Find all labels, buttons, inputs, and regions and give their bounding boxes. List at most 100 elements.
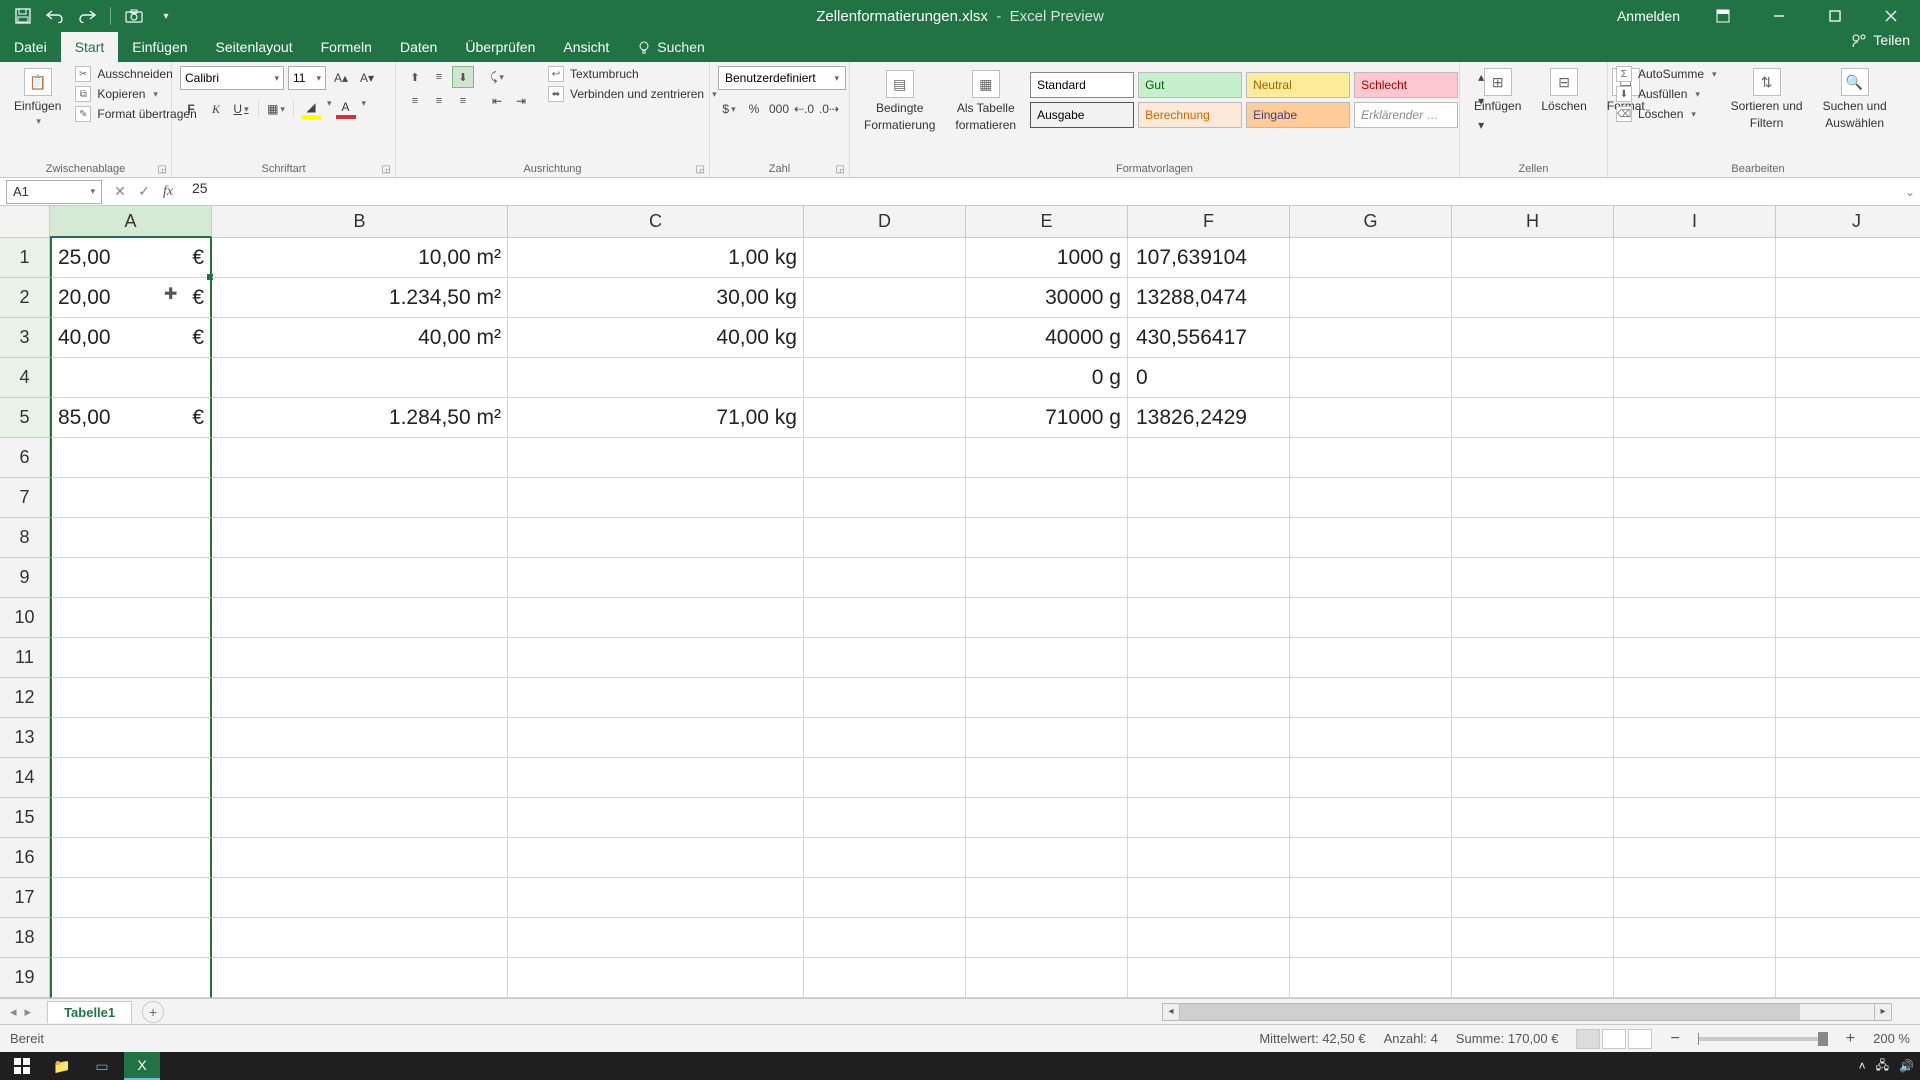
borders-button[interactable]: ▦▾ <box>265 98 287 120</box>
col-header-H[interactable]: H <box>1452 206 1614 238</box>
cell-D7[interactable] <box>804 478 966 518</box>
cell-J11[interactable] <box>1776 638 1920 678</box>
col-header-D[interactable]: D <box>804 206 966 238</box>
cell-A5[interactable]: 85,00€ <box>50 398 212 438</box>
align-top[interactable]: ⬆ <box>404 66 426 88</box>
excel-taskbar-icon[interactable]: X <box>124 1052 160 1080</box>
cell-D6[interactable] <box>804 438 966 478</box>
cell-A16[interactable] <box>50 838 212 878</box>
style-schlecht[interactable]: Schlecht <box>1354 72 1458 98</box>
cell-I13[interactable] <box>1614 718 1776 758</box>
cell-J12[interactable] <box>1776 678 1920 718</box>
col-header-A[interactable]: A <box>50 206 212 238</box>
accept-formula-icon[interactable]: ✓ <box>134 183 154 200</box>
row-header-14[interactable]: 14 <box>0 758 50 798</box>
style-gut[interactable]: Gut <box>1138 72 1242 98</box>
cell-J15[interactable] <box>1776 798 1920 838</box>
cell-A12[interactable] <box>50 678 212 718</box>
cell-C5[interactable]: 71,00 kg <box>508 398 804 438</box>
cell-I3[interactable] <box>1614 318 1776 358</box>
tab-ueberpruefen[interactable]: Überprüfen <box>451 32 549 62</box>
cell-D8[interactable] <box>804 518 966 558</box>
cell-G12[interactable] <box>1290 678 1452 718</box>
cell-A18[interactable] <box>50 918 212 958</box>
cell-I2[interactable] <box>1614 278 1776 318</box>
cell-C17[interactable] <box>508 878 804 918</box>
cell-E5[interactable]: 71000 g <box>966 398 1128 438</box>
tab-datei[interactable]: Datei <box>0 32 61 62</box>
style-erklaerender[interactable]: Erklärender … <box>1354 102 1458 128</box>
thousands-button[interactable]: 000 <box>768 98 790 120</box>
cell-E9[interactable] <box>966 558 1128 598</box>
style-ausgabe[interactable]: Ausgabe <box>1030 102 1134 128</box>
cell-A9[interactable] <box>50 558 212 598</box>
cell-B15[interactable] <box>212 798 508 838</box>
select-all-corner[interactable] <box>0 206 50 238</box>
cell-A10[interactable] <box>50 598 212 638</box>
cell-I14[interactable] <box>1614 758 1776 798</box>
cell-H17[interactable] <box>1452 878 1614 918</box>
tab-ansicht[interactable]: Ansicht <box>549 32 623 62</box>
cell-H12[interactable] <box>1452 678 1614 718</box>
cell-H14[interactable] <box>1452 758 1614 798</box>
tab-daten[interactable]: Daten <box>386 32 451 62</box>
cell-J14[interactable] <box>1776 758 1920 798</box>
cell-H9[interactable] <box>1452 558 1614 598</box>
cell-E6[interactable] <box>966 438 1128 478</box>
cell-C19[interactable] <box>508 958 804 998</box>
cell-F14[interactable] <box>1128 758 1290 798</box>
cell-I16[interactable] <box>1614 838 1776 878</box>
cell-C15[interactable] <box>508 798 804 838</box>
cell-I5[interactable] <box>1614 398 1776 438</box>
row-header-5[interactable]: 5 <box>0 398 50 438</box>
currency-button[interactable]: $▾ <box>718 98 740 120</box>
cell-C16[interactable] <box>508 838 804 878</box>
zoom-in-button[interactable]: + <box>1846 1030 1855 1048</box>
insert-cells-button[interactable]: ⊞Einfügen <box>1468 66 1527 115</box>
close-icon[interactable] <box>1868 0 1914 32</box>
cell-J6[interactable] <box>1776 438 1920 478</box>
col-header-I[interactable]: I <box>1614 206 1776 238</box>
cell-F17[interactable] <box>1128 878 1290 918</box>
cell-B17[interactable] <box>212 878 508 918</box>
align-middle[interactable]: ≡ <box>428 66 450 88</box>
tab-seitenlayout[interactable]: Seitenlayout <box>202 32 307 62</box>
row-header-16[interactable]: 16 <box>0 838 50 878</box>
cell-F15[interactable] <box>1128 798 1290 838</box>
align-center[interactable]: ≡ <box>428 90 450 112</box>
cell-C7[interactable] <box>508 478 804 518</box>
cell-G17[interactable] <box>1290 878 1452 918</box>
cell-D10[interactable] <box>804 598 966 638</box>
cell-E14[interactable] <box>966 758 1128 798</box>
row-header-17[interactable]: 17 <box>0 878 50 918</box>
zoom-slider[interactable] <box>1698 1037 1828 1041</box>
col-header-F[interactable]: F <box>1128 206 1290 238</box>
cell-H4[interactable] <box>1452 358 1614 398</box>
fill-button[interactable]: ⬇Ausfüllen▾ <box>1616 86 1717 102</box>
cell-A8[interactable] <box>50 518 212 558</box>
cell-J16[interactable] <box>1776 838 1920 878</box>
cell-E4[interactable]: 0 g <box>966 358 1128 398</box>
increase-decimal[interactable]: ⇠.0 <box>793 98 815 120</box>
cell-G9[interactable] <box>1290 558 1452 598</box>
delete-cells-button[interactable]: ⊟Löschen <box>1535 66 1592 115</box>
cell-H15[interactable] <box>1452 798 1614 838</box>
cell-B16[interactable] <box>212 838 508 878</box>
cell-B19[interactable] <box>212 958 508 998</box>
percent-button[interactable]: % <box>743 98 765 120</box>
row-header-15[interactable]: 15 <box>0 798 50 838</box>
row-header-1[interactable]: 1 <box>0 238 50 278</box>
cell-D17[interactable] <box>804 878 966 918</box>
row-header-9[interactable]: 9 <box>0 558 50 598</box>
horizontal-scrollbar[interactable]: ◂ ▸ <box>1162 1003 1892 1021</box>
hscroll-left-icon[interactable]: ◂ <box>1162 1003 1180 1021</box>
signin-link[interactable]: Anmelden <box>1607 8 1690 24</box>
align-left[interactable]: ≡ <box>404 90 426 112</box>
cell-H11[interactable] <box>1452 638 1614 678</box>
indent-decrease[interactable]: ⇤ <box>486 90 508 112</box>
cell-B18[interactable] <box>212 918 508 958</box>
fx-icon[interactable]: fx <box>158 184 178 200</box>
cell-G1[interactable] <box>1290 238 1452 278</box>
cell-C8[interactable] <box>508 518 804 558</box>
name-box[interactable]: A1▾ <box>6 180 102 204</box>
